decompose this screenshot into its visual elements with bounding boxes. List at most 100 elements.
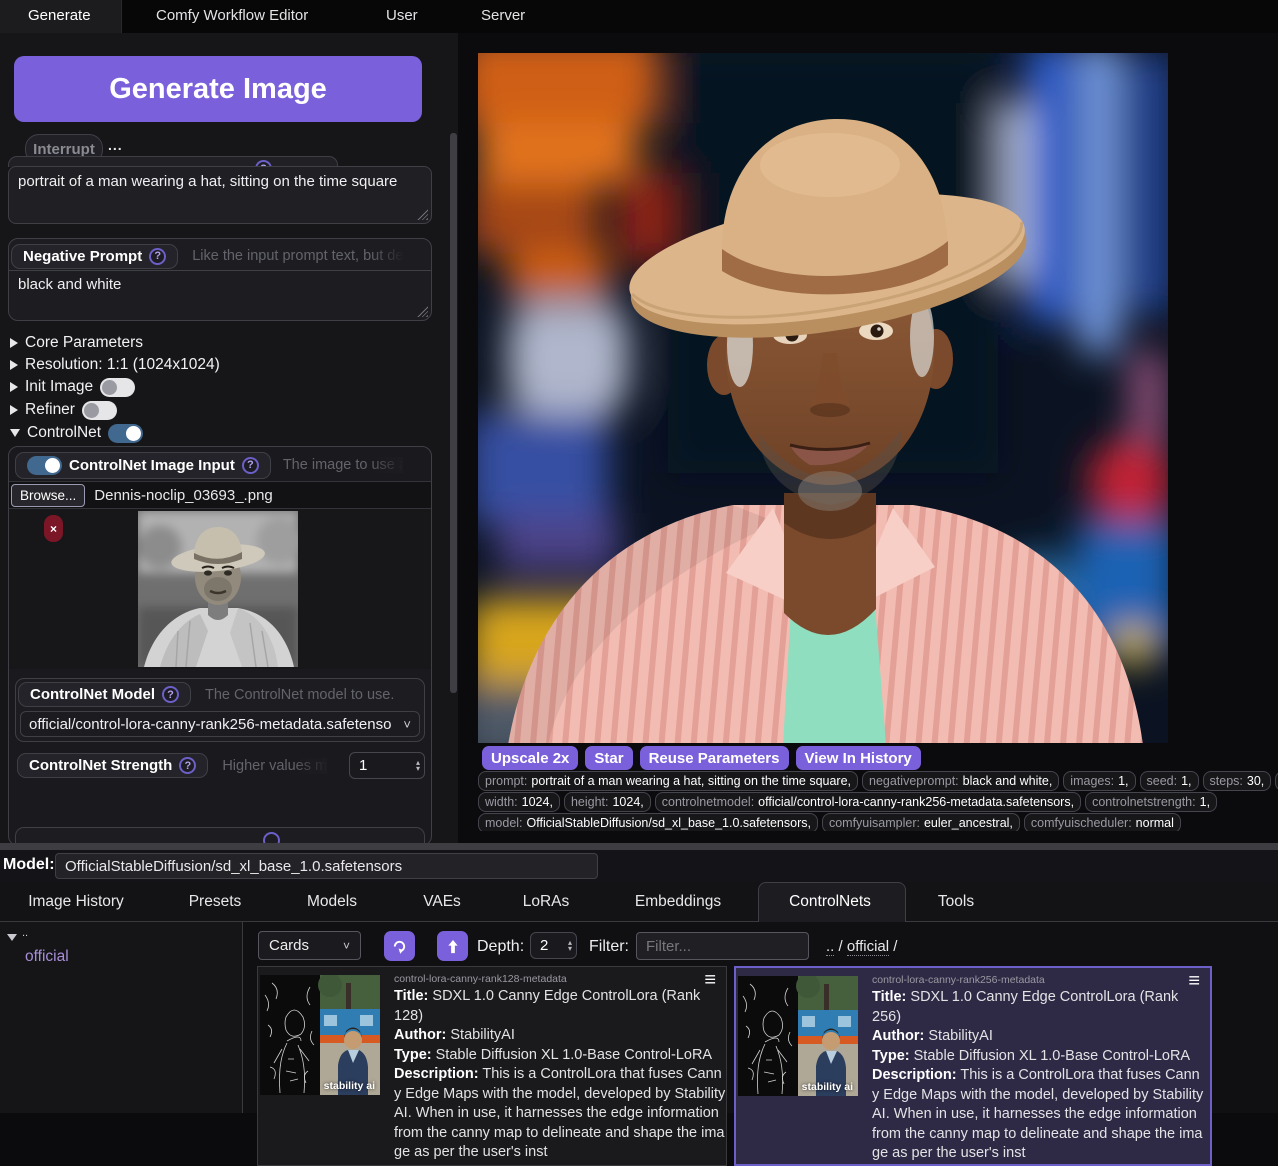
refresh-icon <box>392 939 407 954</box>
resize-handle-icon[interactable] <box>417 306 428 317</box>
help-icon[interactable]: ? <box>242 457 259 474</box>
upload-arrow-icon <box>446 939 460 954</box>
image-file-row: Browse... Dennis-noclip_03693_.png <box>9 481 431 509</box>
prompt-text: portrait of a man wearing a hat, sitting… <box>18 173 397 190</box>
tab-presets[interactable]: Presets <box>189 893 242 911</box>
stepper-icon[interactable]: ▴▾ <box>416 760 420 772</box>
controlnet-card-rank256-selected[interactable]: stability ai ≡ control-lora-canny-rank25… <box>734 966 1212 1166</box>
prompt-textarea[interactable]: portrait of a man wearing a hat, sitting… <box>8 166 432 224</box>
panel-divider[interactable] <box>0 843 1278 850</box>
card-title: Title: SDXL 1.0 Canny Edge ControlLora (… <box>872 988 1204 1027</box>
section-core-parameters[interactable]: Core Parameters <box>10 333 143 353</box>
section-resolution[interactable]: Resolution: 1:1 (1024x1024) <box>10 355 220 375</box>
section-label: Refiner <box>25 401 75 419</box>
reuse-parameters-button[interactable]: Reuse Parameters <box>640 746 789 770</box>
browse-button[interactable]: Browse... <box>11 484 85 507</box>
stability-watermark: stability ai <box>738 976 858 1096</box>
tab-image-history[interactable]: Image History <box>28 893 124 911</box>
section-init-image[interactable]: Init Image <box>10 377 135 397</box>
breadcrumb-official[interactable]: official <box>847 938 889 956</box>
resize-handle-icon[interactable] <box>417 209 428 220</box>
chevron-down-icon: ˅ <box>403 717 411 732</box>
help-icon[interactable]: ? <box>179 757 196 774</box>
chevron-right-icon <box>10 360 18 370</box>
section-refiner[interactable]: Refiner <box>10 400 117 420</box>
nav-tab-server[interactable]: Server <box>481 7 525 24</box>
help-icon[interactable]: ? <box>149 248 166 265</box>
controlnet-model-select[interactable]: official/control-lora-canny-rank256-meta… <box>20 711 420 737</box>
negative-prompt-label: Negative Prompt <box>23 248 142 265</box>
meta-pill: width:1024, <box>478 792 560 812</box>
generate-panel: Generate Image Interrupt ... ? portrait … <box>0 33 458 843</box>
tab-vaes[interactable]: VAEs <box>423 893 461 911</box>
refresh-button[interactable] <box>384 931 415 961</box>
chevron-down-icon <box>10 429 20 437</box>
tree-expand-icon[interactable] <box>7 934 17 941</box>
depth-input[interactable]: ▴▾ <box>530 932 577 959</box>
controlnet-model-box: ControlNet Model ? The ControlNet model … <box>15 678 425 742</box>
negative-prompt-hint: Like the input prompt text, but descri <box>192 248 404 264</box>
meta-pill: controlnetstrength:1, <box>1085 792 1217 812</box>
model-input[interactable] <box>55 853 598 879</box>
bottom-tabs: Image History Presets Models VAEs LoRAs … <box>0 882 1278 922</box>
card-type: Type: Stable Diffusion XL 1.0-Base Contr… <box>394 1046 726 1066</box>
controlnet-card-rank128[interactable]: stability ai ≡ control-lora-canny-rank12… <box>257 966 727 1166</box>
tab-controlnets[interactable]: ControlNets <box>789 893 871 911</box>
view-in-history-button[interactable]: View In History <box>796 746 921 770</box>
controlnet-strength-box: ControlNet Strength ? Higher values mak … <box>15 750 425 825</box>
depth-value[interactable] <box>531 937 555 954</box>
meta-pill: comfyuischeduler:normal <box>1024 813 1181 831</box>
chevron-right-icon <box>10 382 18 392</box>
controlnet-strength-value[interactable] <box>350 757 390 774</box>
filter-label: Filter: <box>589 938 629 956</box>
meta-pill: seed:1, <box>1140 771 1199 791</box>
tab-embeddings[interactable]: Embeddings <box>635 893 721 911</box>
remove-image-button[interactable]: × <box>44 515 63 542</box>
upload-button[interactable] <box>437 931 468 961</box>
controlnet-input-thumbnail[interactable] <box>138 511 298 667</box>
tab-tools[interactable]: Tools <box>938 893 974 911</box>
meta-pill: images:1, <box>1063 771 1135 791</box>
panel-scrollbar[interactable] <box>450 133 457 693</box>
controlnet-image-input-hint: The image to use as <box>283 457 403 473</box>
stepper-icon[interactable]: ▴▾ <box>568 940 572 952</box>
card-type: Type: Stable Diffusion XL 1.0-Base Contr… <box>872 1047 1204 1067</box>
nav-tab-comfy-workflow-editor[interactable]: Comfy Workflow Editor <box>156 7 308 24</box>
close-icon: × <box>50 522 57 536</box>
controlnet-toggle[interactable] <box>108 424 143 443</box>
filter-input[interactable] <box>636 932 809 960</box>
generated-image[interactable] <box>478 53 1168 743</box>
nav-tab-user[interactable]: User <box>386 7 418 24</box>
controlnet-model-hint: The ControlNet model to use. <box>205 687 400 703</box>
controlnet-strength-label: ControlNet Strength <box>29 757 172 774</box>
more-options-button[interactable]: ... <box>108 137 123 153</box>
card-filename: control-lora-canny-rank128-metadata <box>394 973 726 985</box>
generate-image-button[interactable]: Generate Image <box>14 56 422 122</box>
upscale-2x-button[interactable]: Upscale 2x <box>482 746 578 770</box>
controlnet-model-label: ControlNet Model <box>30 686 155 703</box>
section-controlnet[interactable]: ControlNet <box>10 423 143 443</box>
controlnet-image-input-toggle[interactable] <box>27 456 62 475</box>
breadcrumb: .. / official / <box>826 938 897 955</box>
tab-loras[interactable]: LoRAs <box>523 893 570 911</box>
controlnet-image-preview: × <box>9 509 431 669</box>
chevron-down-icon: ˅ <box>343 939 350 953</box>
top-nav: Generate Comfy Workflow Editor User Serv… <box>0 0 1278 33</box>
model-bar: Model: <box>0 850 1278 882</box>
controlnet-strength-input[interactable]: ▴▾ <box>349 752 425 779</box>
star-button[interactable]: Star <box>585 746 632 770</box>
chevron-right-icon <box>10 338 18 348</box>
tab-models[interactable]: Models <box>307 893 357 911</box>
controlnet-group: ControlNet Image Input ? The image to us… <box>8 446 432 846</box>
nav-tab-generate-label[interactable]: Generate <box>28 7 91 24</box>
breadcrumb-up[interactable]: .. <box>826 938 834 956</box>
folder-tree: .. official <box>0 922 243 1113</box>
view-mode-value: Cards <box>269 937 309 954</box>
tree-up-item[interactable]: .. <box>22 927 28 939</box>
help-icon[interactable]: ? <box>162 686 179 703</box>
view-mode-select[interactable]: Cards ˅ <box>258 931 361 960</box>
refiner-toggle[interactable] <box>82 401 117 420</box>
negative-prompt-textarea[interactable]: black and white <box>9 270 431 320</box>
tree-folder-official[interactable]: official <box>25 948 69 966</box>
init-image-toggle[interactable] <box>100 378 135 397</box>
